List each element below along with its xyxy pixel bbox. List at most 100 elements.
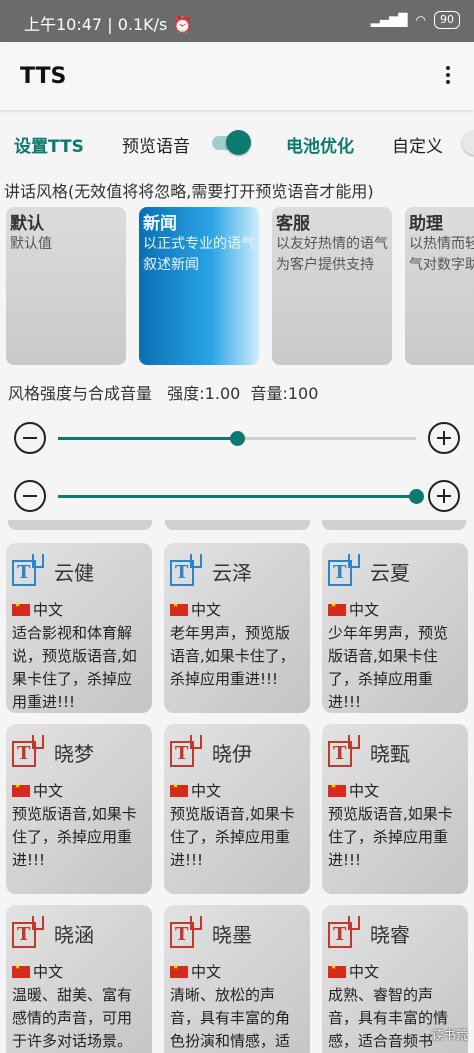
preview-voice-toggle[interactable] bbox=[212, 129, 251, 155]
status-bar: 上午10:47 | 0.1K/s ⏰ ▂▄▆█ ◠ 90 bbox=[0, 0, 474, 42]
voice-name: 晓睿 bbox=[370, 922, 410, 947]
app-bar: TTS bbox=[0, 42, 474, 110]
voice-card[interactable]: T晓墨中文清晰、放松的声音，具有丰富的角色扮演和情感，适合音频书籍。 bbox=[164, 905, 310, 1053]
app-title: TTS bbox=[20, 64, 67, 89]
voice-language: 中文 bbox=[12, 961, 146, 982]
tab-battery-optimization[interactable]: 电池优化 bbox=[286, 132, 354, 157]
voice-card-partial bbox=[8, 520, 152, 530]
volume-slider-row bbox=[0, 476, 474, 516]
voice-language: 中文 bbox=[328, 961, 462, 982]
custom-toggle[interactable] bbox=[462, 129, 474, 155]
voice-name: 晓甄 bbox=[370, 741, 410, 766]
status-time: 上午10:47 bbox=[24, 15, 103, 34]
china-flag-icon bbox=[328, 781, 346, 797]
voice-language-label: 中文 bbox=[349, 782, 380, 800]
style-card-default[interactable]: 默认 默认值 bbox=[6, 207, 126, 365]
china-flag-icon bbox=[328, 600, 346, 616]
tts-voice-icon: T bbox=[12, 914, 48, 952]
style-name: 助理 bbox=[409, 214, 443, 234]
style-list: 默认 默认值 新闻 以正式专业的语气叙述新闻 客服 以友好热情的语气为客户提供支… bbox=[0, 207, 474, 367]
intensity-decrease-button[interactable] bbox=[14, 422, 46, 454]
style-desc: 默认值 bbox=[10, 236, 52, 252]
tts-voice-icon: T bbox=[328, 914, 364, 952]
tab-custom: 自定义 bbox=[392, 137, 443, 157]
china-flag-icon bbox=[170, 781, 188, 797]
tab-setup-tts[interactable]: 设置TTS bbox=[14, 132, 84, 157]
voice-card[interactable]: T晓涵中文温暖、甜美、富有感情的声音，可用于许多对话场景。 bbox=[6, 905, 152, 1053]
voice-name: 晓墨 bbox=[212, 922, 252, 947]
voice-card[interactable]: T云泽中文老年男声，预览版语音,如果卡住了，杀掉应用重进!!! bbox=[164, 543, 310, 713]
voice-language-label: 中文 bbox=[349, 601, 380, 619]
volume-increase-button[interactable] bbox=[428, 480, 460, 512]
style-card-assistant[interactable]: 助理 以热情而轻松的语气对数字助理讲话 bbox=[405, 207, 474, 365]
strength-header: 风格强度与合成音量 强度:1.00 音量:100 bbox=[8, 380, 318, 404]
volume-slider[interactable] bbox=[58, 489, 424, 504]
voice-card-partial bbox=[322, 520, 466, 530]
style-name: 客服 bbox=[276, 214, 310, 234]
style-card-news[interactable]: 新闻 以正式专业的语气叙述新闻 bbox=[139, 207, 259, 365]
voice-language: 中文 bbox=[170, 780, 304, 801]
tts-voice-icon: T bbox=[12, 733, 48, 771]
voice-card[interactable]: T晓伊中文预览版语音,如果卡住了，杀掉应用重进!!! bbox=[164, 724, 310, 894]
voice-name: 晓伊 bbox=[212, 741, 252, 766]
voice-name: 云泽 bbox=[212, 560, 252, 585]
voice-language-label: 中文 bbox=[349, 963, 380, 981]
volume-decrease-button[interactable] bbox=[14, 480, 46, 512]
china-flag-icon bbox=[12, 600, 30, 616]
volume-slider-thumb[interactable] bbox=[409, 489, 424, 504]
volume-slider-fill bbox=[58, 495, 416, 498]
voice-description: 老年男声，预览版语音,如果卡住了，杀掉应用重进!!! bbox=[170, 624, 295, 688]
voice-language: 中文 bbox=[12, 599, 146, 620]
china-flag-icon bbox=[12, 962, 30, 978]
voice-name: 云健 bbox=[54, 560, 94, 585]
voice-language: 中文 bbox=[170, 599, 304, 620]
voice-header: T 云夏 bbox=[328, 547, 462, 595]
voice-language: 中文 bbox=[170, 961, 304, 982]
voice-language-label: 中文 bbox=[191, 601, 222, 619]
voice-header: T 晓涵 bbox=[12, 909, 146, 957]
tab-bar: 设置TTS 预览语音 电池优化 自定义 bbox=[0, 120, 474, 164]
status-left: 上午10:47 | 0.1K/s ⏰ bbox=[24, 15, 193, 34]
voice-card[interactable]: T云健中文适合影视和体育解说，预览版语音,如果卡住了，杀掉应用重进!!! bbox=[6, 543, 152, 713]
voice-header: T 晓甄 bbox=[328, 728, 462, 776]
intensity-slider-row bbox=[0, 418, 474, 458]
voice-description: 适合影视和体育解说，预览版语音,如果卡住了，杀掉应用重进!!! bbox=[12, 624, 137, 711]
voice-language-label: 中文 bbox=[191, 963, 222, 981]
voice-description: 清晰、放松的声音，具有丰富的角色扮演和情感，适合音频书籍。 bbox=[170, 986, 291, 1050]
battery-icon: 90 bbox=[434, 11, 460, 29]
tts-voice-icon: T bbox=[12, 552, 48, 590]
signal-icon: ▂▄▆█ bbox=[370, 13, 408, 27]
voice-name: 云夏 bbox=[370, 560, 410, 585]
tts-voice-icon: T bbox=[328, 552, 364, 590]
voice-header: T 晓梦 bbox=[12, 728, 146, 776]
voice-language-label: 中文 bbox=[191, 782, 222, 800]
voice-card[interactable]: T云夏中文少年年男声，预览版语音,如果卡住了，杀掉应用重进!!! bbox=[322, 543, 468, 713]
voice-header: T 晓墨 bbox=[170, 909, 304, 957]
status-right: ▂▄▆█ ◠ 90 bbox=[371, 11, 460, 29]
intensity-value: 强度:1.00 bbox=[167, 384, 241, 403]
tts-voice-icon: T bbox=[170, 552, 206, 590]
voice-language-label: 中文 bbox=[33, 782, 64, 800]
strength-label: 风格强度与合成音量 bbox=[8, 384, 153, 403]
voice-card[interactable]: T晓甄中文预览版语音,如果卡住了，杀掉应用重进!!! bbox=[322, 724, 468, 894]
watermark: 读书荒 bbox=[431, 1028, 468, 1042]
voice-language-label: 中文 bbox=[33, 963, 64, 981]
voice-header: T 云泽 bbox=[170, 547, 304, 595]
intensity-slider[interactable] bbox=[58, 431, 416, 446]
voice-language: 中文 bbox=[328, 599, 462, 620]
voice-card[interactable]: T晓梦中文预览版语音,如果卡住了，杀掉应用重进!!! bbox=[6, 724, 152, 894]
tts-voice-icon: T bbox=[170, 914, 206, 952]
intensity-increase-button[interactable] bbox=[428, 422, 460, 454]
style-name: 新闻 bbox=[143, 214, 177, 234]
more-options-icon[interactable] bbox=[440, 66, 456, 88]
style-card-customer-service[interactable]: 客服 以友好热情的语气为客户提供支持 bbox=[272, 207, 392, 365]
volume-value: 音量:100 bbox=[250, 384, 319, 403]
china-flag-icon bbox=[328, 962, 346, 978]
intensity-slider-thumb[interactable] bbox=[230, 431, 245, 446]
voice-language-label: 中文 bbox=[33, 601, 64, 619]
intensity-slider-fill bbox=[58, 437, 237, 440]
tts-voice-icon: T bbox=[170, 733, 206, 771]
voice-name: 晓涵 bbox=[54, 922, 94, 947]
status-speed: 0.1K/s bbox=[117, 15, 168, 34]
china-flag-icon bbox=[170, 600, 188, 616]
